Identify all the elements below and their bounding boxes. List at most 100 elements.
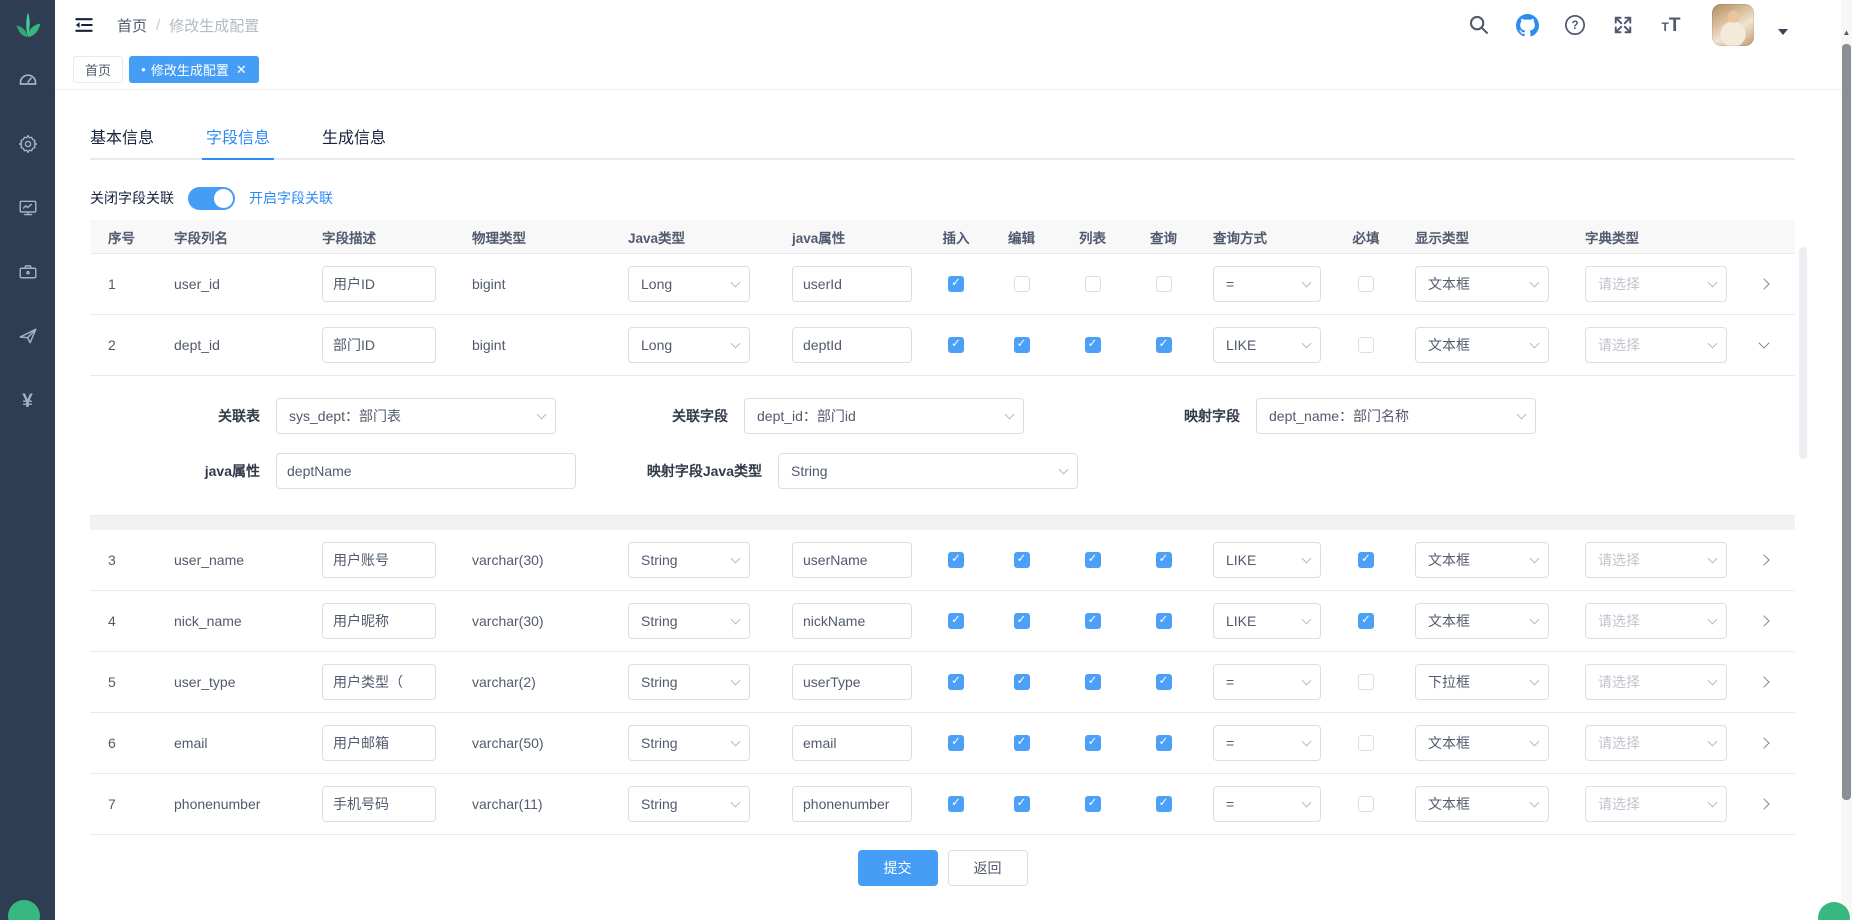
app-logo[interactable] <box>11 8 45 42</box>
required-checkbox[interactable] <box>1358 337 1374 353</box>
dict-type-select[interactable]: 请选择 <box>1585 327 1727 363</box>
query-type-select[interactable]: = <box>1213 664 1321 700</box>
html-type-select[interactable]: 文本框 <box>1415 542 1549 578</box>
submit-button[interactable]: 提交 <box>858 850 938 886</box>
html-type-select[interactable]: 文本框 <box>1415 786 1549 822</box>
java-field-input[interactable] <box>792 327 912 363</box>
window-scrollbar-thumb[interactable] <box>1842 44 1851 800</box>
required-checkbox[interactable] <box>1358 796 1374 812</box>
edit-checkbox[interactable] <box>1014 552 1030 568</box>
expand-row-button[interactable] <box>1751 332 1777 358</box>
relation-toggle-switch[interactable] <box>188 187 235 210</box>
required-checkbox[interactable] <box>1358 552 1374 568</box>
map-java-type-select[interactable]: String <box>778 453 1078 489</box>
insert-checkbox[interactable] <box>948 552 964 568</box>
insert-checkbox[interactable] <box>948 276 964 292</box>
expand-row-button[interactable] <box>1751 669 1777 695</box>
java-type-select[interactable]: String <box>628 786 750 822</box>
breadcrumb-home[interactable]: 首页 <box>117 15 147 36</box>
required-checkbox[interactable] <box>1358 613 1374 629</box>
query-type-select[interactable]: LIKE <box>1213 603 1321 639</box>
map-field-select[interactable]: dept_name：部门名称 <box>1256 398 1536 434</box>
expand-row-button[interactable] <box>1751 730 1777 756</box>
table-scrollbar-thumb[interactable] <box>1799 247 1807 459</box>
java-type-select[interactable]: String <box>628 603 750 639</box>
insert-checkbox[interactable] <box>948 337 964 353</box>
relation-table-select[interactable]: sys_dept：部门表 <box>276 398 556 434</box>
tab-gen-info[interactable]: 生成信息 <box>322 114 386 158</box>
dict-type-select[interactable]: 请选择 <box>1585 542 1727 578</box>
list-checkbox[interactable] <box>1085 735 1101 751</box>
search-icon[interactable] <box>1466 12 1492 38</box>
query-checkbox[interactable] <box>1156 796 1172 812</box>
column-desc-input[interactable] <box>322 603 436 639</box>
tab-field-info[interactable]: 字段信息 <box>206 114 270 158</box>
dict-type-select[interactable]: 请选择 <box>1585 786 1727 822</box>
query-type-select[interactable]: LIKE <box>1213 542 1321 578</box>
github-icon[interactable] <box>1514 12 1540 38</box>
html-type-select[interactable]: 文本框 <box>1415 725 1549 761</box>
list-checkbox[interactable] <box>1085 337 1101 353</box>
close-icon[interactable]: ✕ <box>236 62 247 78</box>
list-checkbox[interactable] <box>1085 276 1101 292</box>
help-icon[interactable]: ? <box>1562 12 1588 38</box>
relation-field-select[interactable]: dept_id：部门id <box>744 398 1024 434</box>
java-type-select[interactable]: String <box>628 664 750 700</box>
insert-checkbox[interactable] <box>948 735 964 751</box>
java-field-input[interactable] <box>792 603 912 639</box>
java-attr-input[interactable] <box>276 453 576 489</box>
query-type-select[interactable]: = <box>1213 786 1321 822</box>
query-checkbox[interactable] <box>1156 337 1172 353</box>
sidebar-item-settings[interactable] <box>10 134 46 158</box>
html-type-select[interactable]: 文本框 <box>1415 327 1549 363</box>
expand-row-button[interactable] <box>1751 608 1777 634</box>
fullscreen-icon[interactable] <box>1610 12 1636 38</box>
expand-row-button[interactable] <box>1751 791 1777 817</box>
query-checkbox[interactable] <box>1156 276 1172 292</box>
insert-checkbox[interactable] <box>948 796 964 812</box>
java-type-select[interactable]: Long <box>628 327 750 363</box>
insert-checkbox[interactable] <box>948 613 964 629</box>
window-scrollbar[interactable]: ▲ <box>1841 0 1852 920</box>
dict-type-select[interactable]: 请选择 <box>1585 725 1727 761</box>
list-checkbox[interactable] <box>1085 674 1101 690</box>
edit-checkbox[interactable] <box>1014 674 1030 690</box>
expand-row-button[interactable] <box>1751 547 1777 573</box>
html-type-select[interactable]: 文本框 <box>1415 266 1549 302</box>
tags-view-item-0[interactable]: 首页 <box>73 56 123 83</box>
required-checkbox[interactable] <box>1358 674 1374 690</box>
sidebar-item-monitor[interactable] <box>10 198 46 222</box>
query-type-select[interactable]: = <box>1213 725 1321 761</box>
html-type-select[interactable]: 下拉框 <box>1415 664 1549 700</box>
query-checkbox[interactable] <box>1156 613 1172 629</box>
edit-checkbox[interactable] <box>1014 613 1030 629</box>
edit-checkbox[interactable] <box>1014 337 1030 353</box>
required-checkbox[interactable] <box>1358 735 1374 751</box>
list-checkbox[interactable] <box>1085 796 1101 812</box>
java-type-select[interactable]: String <box>628 725 750 761</box>
insert-checkbox[interactable] <box>948 674 964 690</box>
font-size-icon[interactable]: TT <box>1658 12 1684 38</box>
sidebar-item-money[interactable]: ¥ <box>10 390 46 414</box>
sidebar-item-dashboard[interactable] <box>10 70 46 94</box>
query-checkbox[interactable] <box>1156 735 1172 751</box>
scroll-up-arrow[interactable]: ▲ <box>1841 28 1852 37</box>
query-type-select[interactable]: LIKE <box>1213 327 1321 363</box>
sidebar-item-send[interactable] <box>10 326 46 350</box>
user-avatar[interactable] <box>1712 4 1754 46</box>
java-field-input[interactable] <box>792 786 912 822</box>
dict-type-select[interactable]: 请选择 <box>1585 664 1727 700</box>
column-desc-input[interactable] <box>322 725 436 761</box>
java-field-input[interactable] <box>792 664 912 700</box>
edit-checkbox[interactable] <box>1014 735 1030 751</box>
column-desc-input[interactable] <box>322 327 436 363</box>
java-field-input[interactable] <box>792 542 912 578</box>
dict-type-select[interactable]: 请选择 <box>1585 603 1727 639</box>
column-desc-input[interactable] <box>322 266 436 302</box>
query-type-select[interactable]: = <box>1213 266 1321 302</box>
column-desc-input[interactable] <box>322 664 436 700</box>
chevron-down-icon[interactable] <box>1778 29 1788 35</box>
tags-view-item-1[interactable]: ●修改生成配置✕ <box>129 56 259 83</box>
query-checkbox[interactable] <box>1156 552 1172 568</box>
java-field-input[interactable] <box>792 266 912 302</box>
